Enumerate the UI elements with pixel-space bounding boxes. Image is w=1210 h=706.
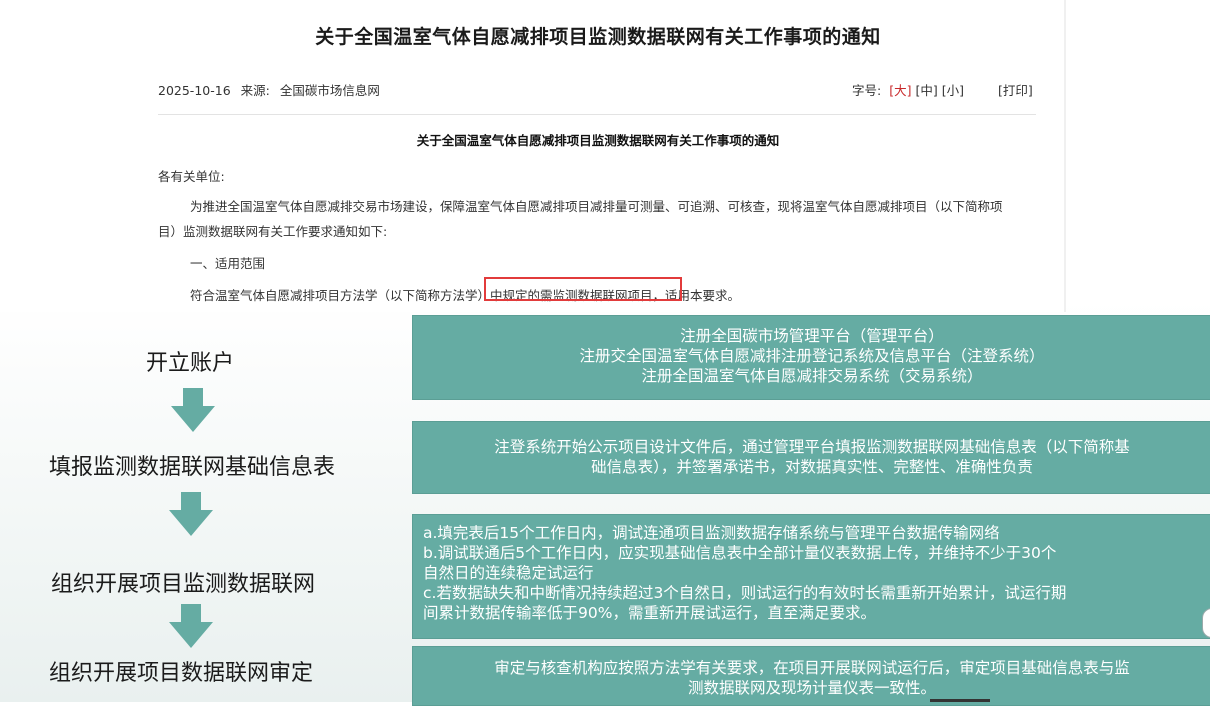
paragraph-1-line-1: 为推进全国温室气体自愿减排交易市场建设，保障温室气体自愿减排项目减排量可测量、可…: [190, 199, 1003, 214]
step-label-fill-basic-info: 填报监测数据联网基础信息表: [48, 455, 335, 480]
notice-title: 关于全国温室气体自愿减排项目监测数据联网有关工作事项的通知: [416, 133, 780, 148]
font-small-link[interactable]: [小]: [942, 83, 964, 98]
down-arrow-icon: [171, 388, 215, 432]
side-scroll-handle[interactable]: [1202, 608, 1210, 638]
meta-divider: [158, 114, 1036, 115]
box-line: c.若数据缺失和中断情况持续超过3个自然日，则试运行的有效时长需重新开始累计，试…: [423, 584, 1067, 602]
down-arrow-icon: [169, 604, 213, 648]
article-tools: 字号: [大] [中] [小] [打印]: [852, 80, 1033, 99]
font-large-link[interactable]: [大]: [889, 83, 911, 98]
article-source: 全国碳市场信息网: [279, 83, 380, 98]
paragraph-1-line-2: 目）监测数据联网有关工作要求通知如下:: [158, 224, 388, 239]
box-line: 注登系统开始公示项目设计文件后，通过管理平台填报监测数据联网基础信息表（以下简称…: [494, 438, 1130, 456]
box-line: 注册全国温室气体自愿减排交易系统（交易系统）: [641, 367, 983, 385]
highlight-box: [484, 277, 682, 301]
box-line: 础信息表），并签署承诺书，对数据真实性、完整性、准确性负责: [591, 458, 1033, 476]
source-label: 来源:: [240, 83, 270, 98]
box-line: 注册交全国温室气体自愿减排注册登记系统及信息平台（注登系统）: [579, 347, 1045, 365]
step-label-data-networking: 组织开展项目监测数据联网: [50, 572, 315, 597]
step-box-data-networking: a.填完表后15个工作日内，调试连通项目监测数据存储系统与管理平台数据传输网络 …: [412, 514, 1210, 639]
salutation: 各有关单位:: [158, 169, 225, 184]
step-box-fill-basic-info: 注登系统开始公示项目设计文件后，通过管理平台填报监测数据联网基础信息表（以下简称…: [412, 421, 1210, 494]
article-panel: 关于全国温室气体自愿减排项目监测数据联网有关工作事项的通知 2025-10-16…: [0, 0, 1066, 312]
box-line: 测数据联网及现场计量仪表一致性。: [687, 679, 936, 697]
box-line: a.填完表后15个工作日内，调试连通项目监测数据存储系统与管理平台数据传输网络: [423, 524, 1000, 542]
step-label-validation: 组织开展项目数据联网审定: [48, 661, 313, 686]
box-line: 审定与核查机构应按照方法学有关要求，在项目开展联网试运行后，审定项目基础信息表与…: [494, 659, 1130, 677]
article-date: 2025-10-16: [158, 83, 231, 98]
print-link[interactable]: [打印]: [998, 83, 1033, 98]
box-line: 间累计数据传输率低于90%，需重新开展试运行，直至满足要求。: [423, 604, 876, 622]
box-line: b.调试联通后5个工作日内，应实现基础信息表中全部计量仪表数据上传，并维持不少于…: [423, 544, 1057, 562]
step-box-validation: 审定与核查机构应按照方法学有关要求，在项目开展联网试运行后，审定项目基础信息表与…: [412, 646, 1210, 706]
font-medium-link[interactable]: [中]: [915, 83, 937, 98]
step-box-open-account: 注册全国碳市场管理平台（管理平台） 注册交全国温室气体自愿减排注册登记系统及信息…: [412, 315, 1210, 400]
down-arrow-icon: [169, 492, 213, 536]
box-line: 自然日的连续稳定试运行: [423, 564, 594, 582]
section-heading: 一、适用范围: [190, 256, 266, 271]
font-size-label: 字号:: [852, 83, 882, 98]
article-title: 关于全国温室气体自愿减排项目监测数据联网有关工作事项的通知: [315, 26, 881, 48]
article-meta: 2025-10-16 来源: 全国碳市场信息网: [158, 80, 386, 99]
box-line: 注册全国碳市场管理平台（管理平台）: [680, 327, 944, 345]
step-label-open-account: 开立账户: [145, 351, 234, 376]
